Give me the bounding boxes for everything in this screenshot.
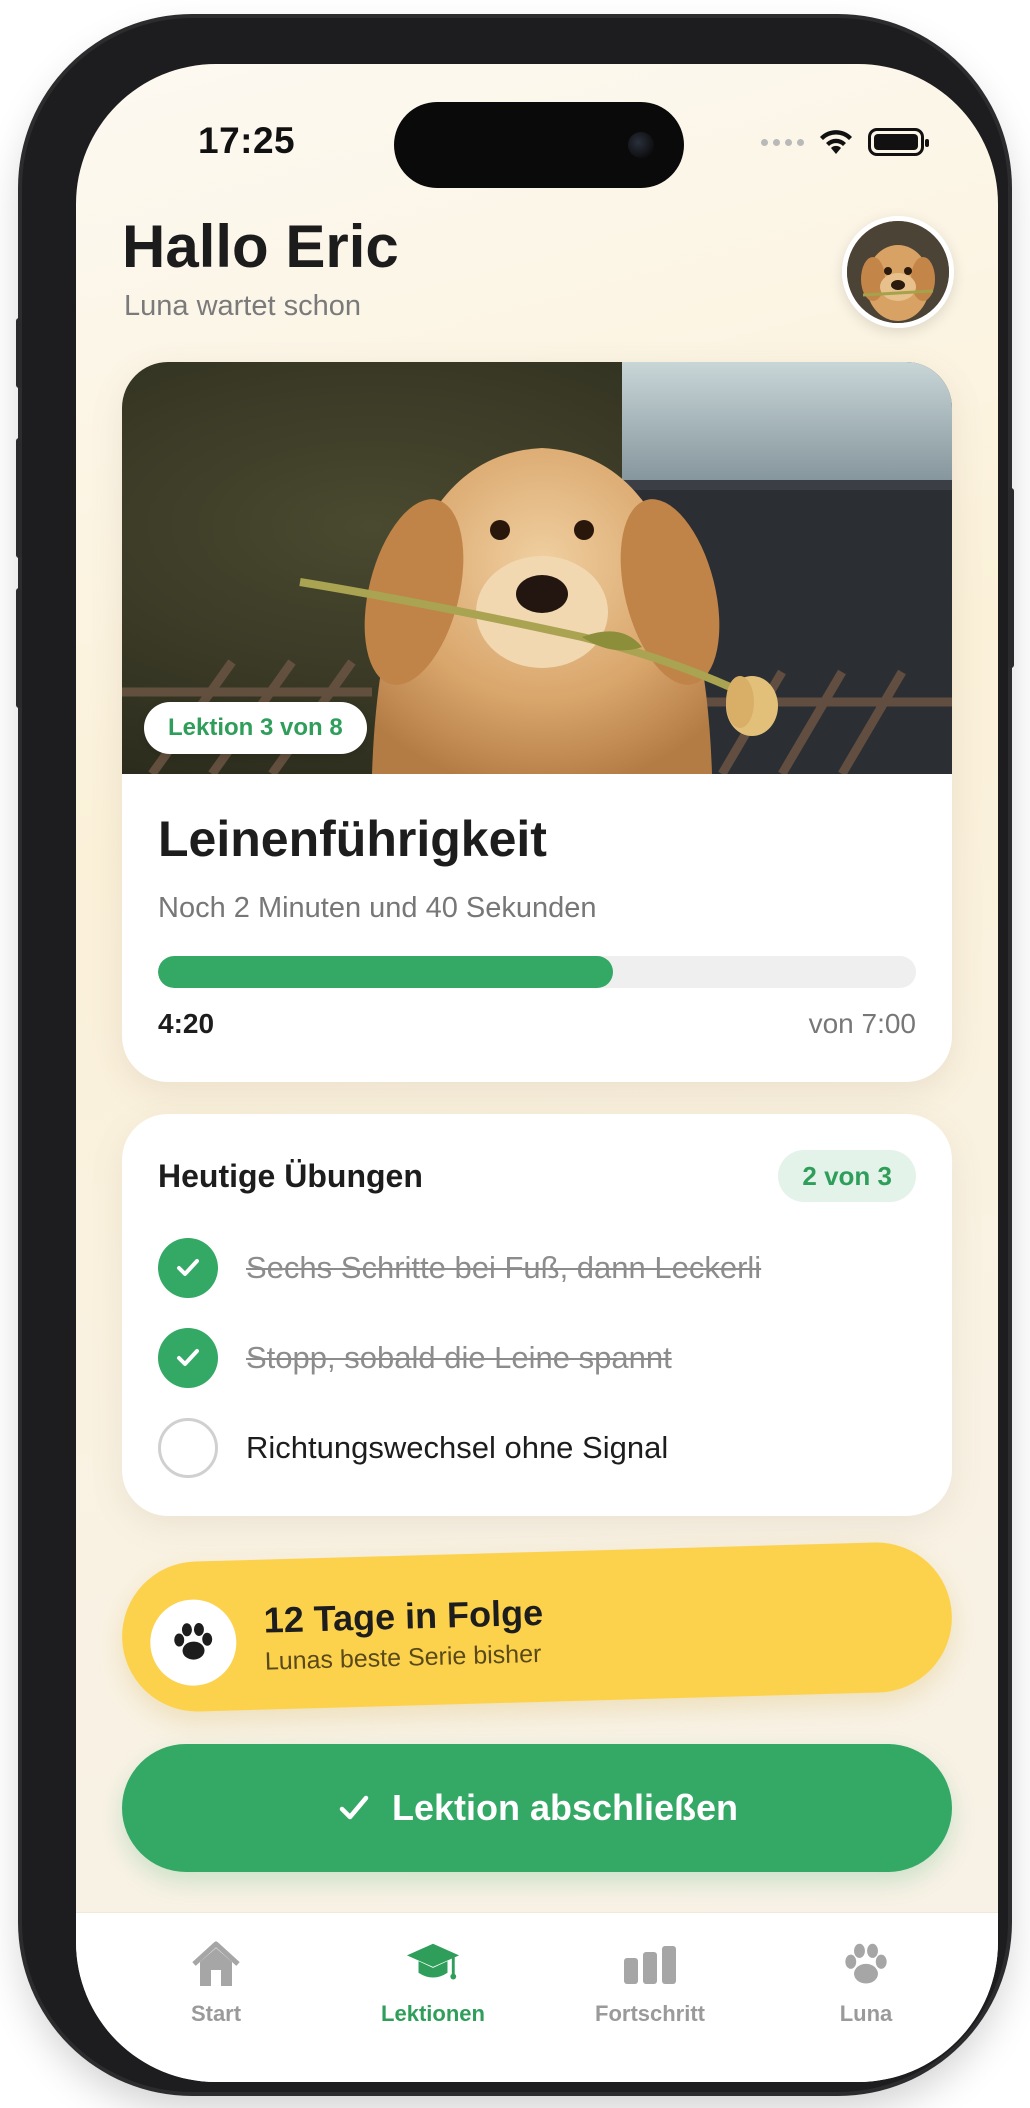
- tab-label: Fortschritt: [595, 2001, 705, 2026]
- lesson-progress-badge: Lektion 3 von 8: [144, 702, 367, 754]
- camera-icon: [628, 132, 654, 158]
- tab-fortschritt[interactable]: Fortschritt: [550, 1937, 750, 2027]
- streak-subtitle: Lunas beste Serie bisher: [264, 1639, 542, 1676]
- checkmark-icon: [339, 1795, 369, 1820]
- status-time: 17:25: [198, 120, 296, 161]
- status-indicators: [761, 128, 929, 156]
- lesson-title: Leinenführigkeit: [158, 811, 547, 867]
- page-subtitle: Luna wartet schon: [124, 290, 361, 322]
- volume-up-button: [16, 438, 22, 558]
- complete-lesson-button[interactable]: Lektion abschließen: [122, 1744, 952, 1872]
- dynamic-island: [394, 102, 684, 188]
- lesson-progress-fill: [158, 956, 613, 988]
- dog-avatar-icon: [847, 221, 949, 323]
- battery-icon: [868, 128, 929, 156]
- exercises-card: Heutige Übungen 2 von 3 Sechs Schritte b…: [122, 1114, 952, 1516]
- tab-label: Luna: [839, 2001, 893, 2026]
- checkbox-checked-icon[interactable]: [158, 1238, 218, 1298]
- home-icon: [188, 1937, 244, 1993]
- wifi-icon: [820, 130, 852, 154]
- exercise-item[interactable]: Sechs Schritte bei Fuß, dann Leckerli: [158, 1238, 761, 1298]
- lesson-time-total: von 7:00: [808, 1008, 916, 1039]
- checkbox-checked-icon[interactable]: [158, 1328, 218, 1388]
- paw-icon: [149, 1598, 238, 1687]
- lesson-card[interactable]: Lektion 3 von 8 Leinenführigkeit Noch 2 …: [122, 362, 952, 1082]
- bar-chart-icon: [622, 1937, 678, 1993]
- tab-bar: Start Lektionen Fortschritt Luna: [76, 1912, 998, 2082]
- checkbox-unchecked-icon[interactable]: [158, 1418, 218, 1478]
- paw-icon: [838, 1937, 894, 1993]
- exercises-count-badge: 2 von 3: [778, 1150, 916, 1202]
- cellular-signal-icon: [761, 138, 804, 146]
- graduation-cap-icon: [405, 1937, 461, 1993]
- exercise-label: Stopp, sobald die Leine spannt: [246, 1340, 672, 1375]
- lesson-time-current: 4:20: [158, 1008, 215, 1039]
- complete-lesson-label: Lektion abschließen: [391, 1787, 739, 1828]
- lesson-hero-image: Lektion 3 von 8: [122, 362, 952, 774]
- exercise-item[interactable]: Richtungswechsel ohne Signal: [158, 1418, 668, 1478]
- app-screen: 17:25 Hallo Eric Luna wartet schon Lekti…: [76, 64, 998, 2082]
- avatar[interactable]: [842, 216, 954, 328]
- exercises-title: Heutige Übungen: [158, 1158, 423, 1194]
- lesson-remaining-time: Noch 2 Minuten und 40 Sekunden: [158, 892, 597, 924]
- tab-label: Start: [190, 2001, 242, 2026]
- tab-start[interactable]: Start: [116, 1937, 316, 2027]
- power-button: [1008, 488, 1014, 668]
- tab-label: Lektionen: [381, 2001, 485, 2026]
- mute-switch: [16, 318, 22, 388]
- exercise-item[interactable]: Stopp, sobald die Leine spannt: [158, 1328, 672, 1388]
- streak-banner: 12 Tage in Folge Lunas beste Serie bishe…: [120, 1540, 954, 1714]
- tab-luna[interactable]: Luna: [766, 1937, 966, 2027]
- lesson-progress-bar: [158, 956, 916, 988]
- phone-frame: 17:25 Hallo Eric Luna wartet schon Lekti…: [16, 18, 1014, 2092]
- page-title: Hallo Eric: [122, 213, 399, 280]
- exercise-label: Richtungswechsel ohne Signal: [246, 1430, 669, 1465]
- tab-lektionen[interactable]: Lektionen: [333, 1937, 533, 2027]
- exercise-label: Sechs Schritte bei Fuß, dann Leckerli: [246, 1250, 762, 1285]
- volume-down-button: [16, 588, 22, 708]
- streak-title: 12 Tage in Folge: [263, 1591, 544, 1641]
